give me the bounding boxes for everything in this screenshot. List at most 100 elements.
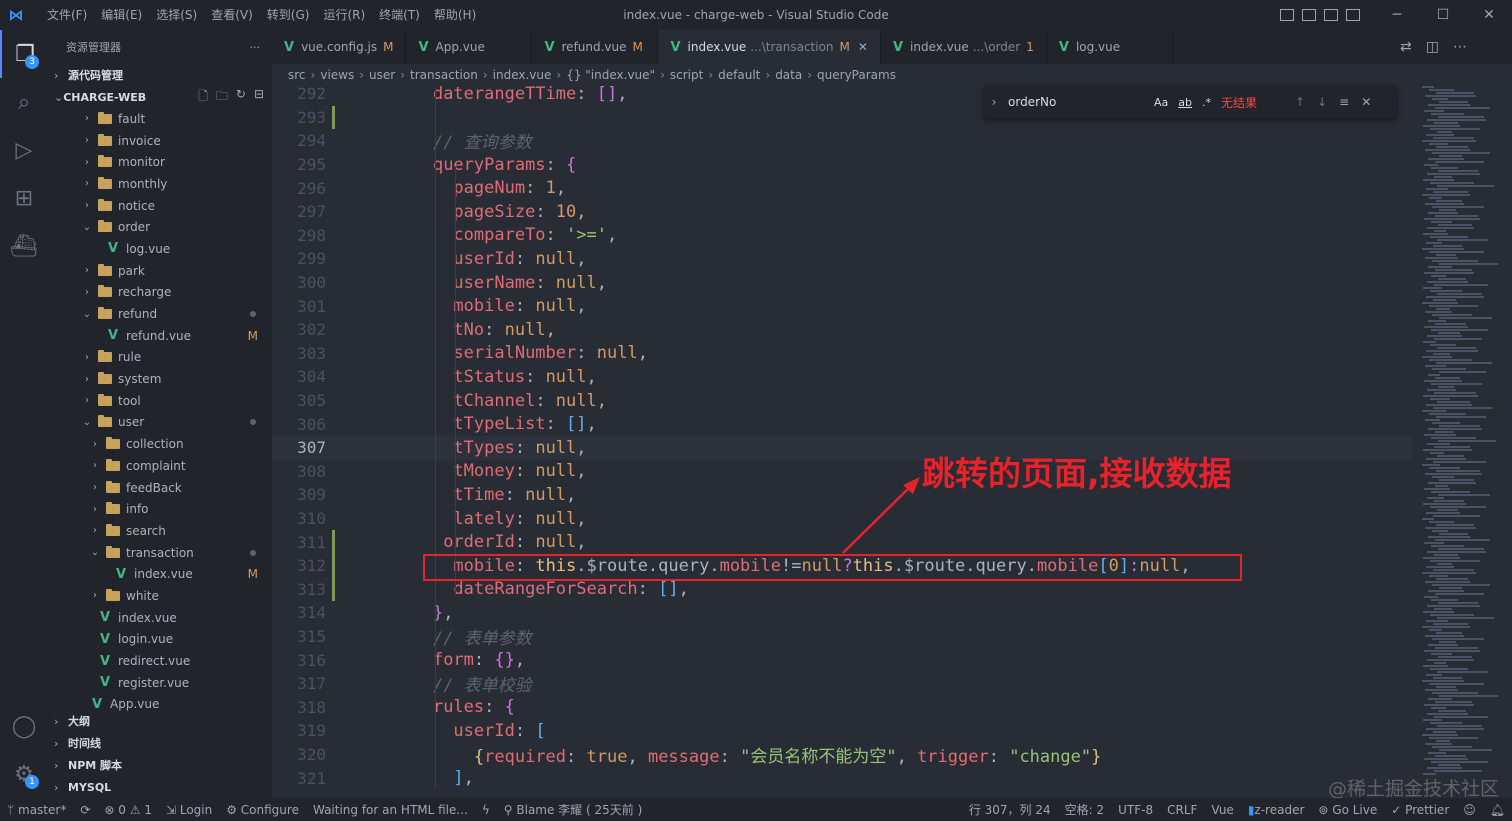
menu-terminal[interactable]: 终端(T) xyxy=(372,0,427,30)
whole-word-toggle[interactable]: ab xyxy=(1178,96,1192,109)
explorer-more-button[interactable]: ··· xyxy=(250,41,261,54)
code-line[interactable]: 307 tTypes: null, xyxy=(272,436,1412,460)
new-folder-icon[interactable]: 🗀 xyxy=(216,87,228,108)
more-actions-icon[interactable]: ⋯ xyxy=(1453,39,1467,55)
line-ending[interactable]: CRLF xyxy=(1160,803,1204,817)
tree-folder[interactable]: › info xyxy=(48,498,272,520)
extensions-icon[interactable]: ⊞ xyxy=(0,174,48,222)
explorer-icon[interactable]: ❐ 3 xyxy=(0,30,48,78)
tree-folder[interactable]: › invoice xyxy=(48,130,272,152)
code-line[interactable]: 300 userName: null, xyxy=(272,271,1412,295)
customize-layout-icon[interactable] xyxy=(1346,9,1360,21)
code-line[interactable]: 314 }, xyxy=(272,601,1412,625)
tree-folder[interactable]: › fault xyxy=(48,108,272,130)
feedback-icon[interactable]: ☺ xyxy=(1456,803,1483,817)
npm-scripts-section[interactable]: › NPM 脚本 xyxy=(48,754,272,776)
code-line[interactable]: 297 pageSize: 10, xyxy=(272,200,1412,224)
close-button[interactable]: ✕ xyxy=(1466,0,1512,30)
outline-section[interactable]: › 大纲 xyxy=(48,710,272,732)
match-case-toggle[interactable]: Aa xyxy=(1154,96,1168,109)
prettier[interactable]: ✓ Prettier xyxy=(1384,803,1456,817)
menu-run[interactable]: 运行(R) xyxy=(316,0,372,30)
code-editor[interactable]: 292 daterangeTTime: [], 293 294 // 查询参数 295… xyxy=(272,86,1512,798)
accounts-icon[interactable]: ◯ xyxy=(0,702,48,750)
go-live[interactable]: ⊚ Go Live xyxy=(1311,803,1384,817)
next-match-icon[interactable]: ↓ xyxy=(1317,95,1327,109)
code-line[interactable]: 306 tTypeList: [], xyxy=(272,412,1412,436)
previous-match-icon[interactable]: ↑ xyxy=(1295,95,1305,109)
breadcrumb-item[interactable]: script xyxy=(670,68,703,82)
minimize-button[interactable]: ─ xyxy=(1374,0,1420,30)
editor-tab[interactable]: Vindex.vue ...\order 1 xyxy=(881,30,1047,64)
code-line[interactable]: 298 compareTo: '>=', xyxy=(272,224,1412,248)
editor-tab[interactable]: Vindex.vue ...\transaction M ✕ xyxy=(658,30,881,64)
tree-folder[interactable]: › recharge xyxy=(48,282,272,304)
find-input[interactable]: orderNo xyxy=(1004,95,1154,109)
scm-section[interactable]: › 源代码管理 xyxy=(48,64,272,86)
menu-file[interactable]: 文件(F) xyxy=(40,0,94,30)
code-line[interactable]: 303 serialNumber: null, xyxy=(272,342,1412,366)
code-line[interactable]: 309 tTime: null, xyxy=(272,483,1412,507)
code-line[interactable]: 294 // 查询参数 xyxy=(272,129,1412,153)
menu-go[interactable]: 转到(G) xyxy=(260,0,317,30)
tree-folder[interactable]: › monthly xyxy=(48,173,272,195)
tree-folder[interactable]: ⌄ transaction xyxy=(48,542,272,564)
tree-folder[interactable]: › white xyxy=(48,585,272,607)
new-file-icon[interactable]: 🗋 xyxy=(198,87,208,108)
tree-file[interactable]: Vindex.vue xyxy=(48,607,272,629)
breadcrumb-item[interactable]: src xyxy=(288,68,306,82)
tree-folder[interactable]: › tool xyxy=(48,390,272,412)
language-mode[interactable]: Vue xyxy=(1204,803,1240,817)
tree-folder[interactable]: › park xyxy=(48,260,272,282)
cursor-position[interactable]: 行 307，列 24 xyxy=(962,801,1058,818)
tree-file[interactable]: Vlog.vue xyxy=(48,238,272,260)
tree-folder[interactable]: ⌄ order xyxy=(48,216,272,238)
configure-button[interactable]: ⚙ Configure xyxy=(219,803,306,817)
breadcrumb-item[interactable]: transaction xyxy=(410,68,478,82)
run-debug-icon[interactable]: ▷ xyxy=(0,126,48,174)
login-button[interactable]: ⇲ Login xyxy=(159,803,219,817)
z-reader[interactable]: ▮z-reader xyxy=(1241,803,1312,817)
tab-close-icon[interactable]: ✕ xyxy=(858,40,868,54)
tree-folder[interactable]: ⌄ refund xyxy=(48,303,272,325)
project-section[interactable]: ⌄CHARGE-WEB 🗋 🗀 ↻ ⊟ xyxy=(48,86,272,108)
split-editor-icon[interactable]: ◫ xyxy=(1426,39,1439,55)
code-line[interactable]: 310 lately: null, xyxy=(272,507,1412,531)
menu-view[interactable]: 查看(V) xyxy=(204,0,260,30)
docker-icon[interactable]: ⛴ xyxy=(0,222,48,270)
breadcrumb-item[interactable]: {} "index.vue" xyxy=(566,68,655,82)
code-line[interactable]: 315 // 表单参数 xyxy=(272,625,1412,649)
tree-file[interactable]: Vregister.vue xyxy=(48,672,272,694)
code-line[interactable]: 305 tChannel: null, xyxy=(272,389,1412,413)
menu-edit[interactable]: 编辑(E) xyxy=(94,0,149,30)
tree-folder[interactable]: › complaint xyxy=(48,455,272,477)
notifications-bell-icon[interactable]: 🔔︎ xyxy=(1483,803,1512,817)
code-line[interactable]: 317 // 表单校验 xyxy=(272,672,1412,696)
code-line[interactable]: 302 tNo: null, xyxy=(272,318,1412,342)
breadcrumb-item[interactable]: index.vue xyxy=(493,68,552,82)
code-line[interactable]: 311 orderId: null, xyxy=(272,530,1412,554)
close-find-icon[interactable]: ✕ xyxy=(1361,95,1371,109)
breadcrumb-item[interactable]: default xyxy=(718,68,760,82)
encoding[interactable]: UTF-8 xyxy=(1111,803,1160,817)
tree-file[interactable]: Vindex.vue M xyxy=(48,563,272,585)
regex-toggle[interactable]: .* xyxy=(1202,96,1211,109)
tree-folder[interactable]: › rule xyxy=(48,347,272,369)
tree-folder[interactable]: › search xyxy=(48,520,272,542)
tree-folder[interactable]: › system xyxy=(48,368,272,390)
minimap[interactable] xyxy=(1418,86,1498,798)
code-line[interactable]: 308 tMoney: null, xyxy=(272,460,1412,484)
breadcrumb-item[interactable]: data xyxy=(775,68,802,82)
find-in-selection-icon[interactable]: ≡ xyxy=(1339,95,1349,109)
code-line[interactable]: 320 {required: true, message: "会员名称不能为空"… xyxy=(272,743,1412,767)
code-line[interactable]: 318 rules: { xyxy=(272,696,1412,720)
lightning-icon[interactable]: ϟ xyxy=(475,803,497,817)
code-line[interactable]: 316 form: {}, xyxy=(272,648,1412,672)
tree-file[interactable]: Vlogin.vue xyxy=(48,629,272,651)
toggle-panel-icon[interactable] xyxy=(1302,9,1316,21)
code-line[interactable]: 299 userId: null, xyxy=(272,247,1412,271)
code-line[interactable]: 295 queryParams: { xyxy=(272,153,1412,177)
refresh-icon[interactable]: ↻ xyxy=(236,87,246,108)
tree-folder[interactable]: ⌄ user xyxy=(48,412,272,434)
settings-gear-icon[interactable]: ⚙ 1 xyxy=(0,750,48,798)
